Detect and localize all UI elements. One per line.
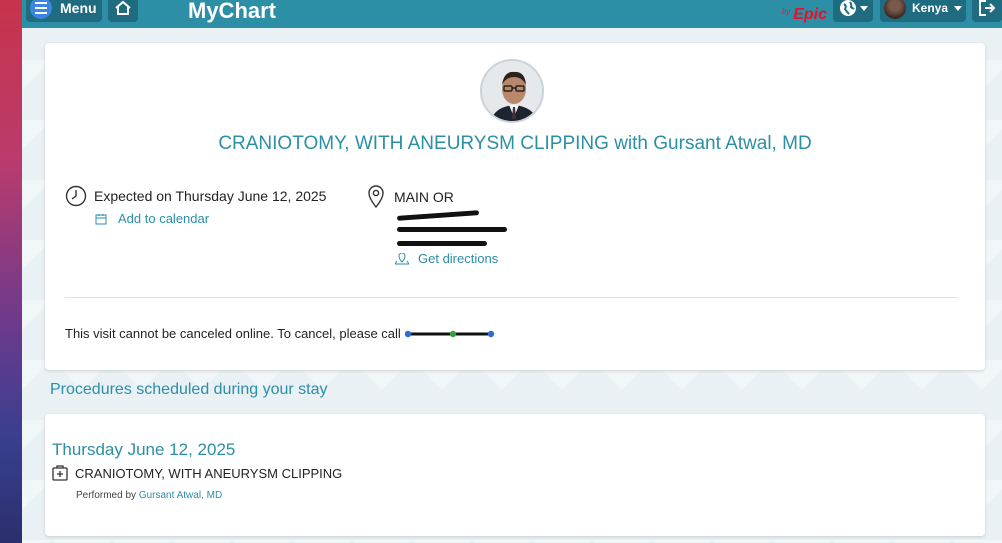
user-name: Kenya xyxy=(912,1,949,15)
desktop-background xyxy=(0,0,22,543)
directions-icon xyxy=(395,252,409,264)
provider-link[interactable]: Gursant Atwal, MD xyxy=(139,490,222,501)
redacted-address xyxy=(395,209,535,247)
user-menu-button[interactable]: Kenya xyxy=(880,0,966,22)
get-directions-link[interactable]: Get directions xyxy=(395,251,535,266)
menu-label: Menu xyxy=(60,0,97,16)
expected-date: Expected on Thursday June 12, 2025 xyxy=(94,188,327,204)
home-icon xyxy=(115,0,131,15)
provider-photo xyxy=(480,59,544,123)
mychart-logo[interactable]: MyChart xyxy=(188,0,276,24)
chevron-down-icon xyxy=(859,5,868,11)
top-navigation-bar: Menu MyChart by Epic Kenya xyxy=(22,0,1002,28)
logout-icon xyxy=(979,0,996,16)
chevron-down-icon xyxy=(954,5,963,11)
performed-by: Performed by Gursant Atwal, MD xyxy=(76,490,222,501)
hamburger-icon xyxy=(30,0,52,19)
visit-details-card: CRANIOTOMY, WITH ANEURYSM CLIPPING with … xyxy=(45,43,985,370)
procedure-item: CRANIOTOMY, WITH ANEURYSM CLIPPING xyxy=(52,465,342,481)
location-name: MAIN OR xyxy=(394,189,454,205)
home-button[interactable] xyxy=(108,0,138,22)
provider-portrait xyxy=(482,61,542,121)
divider xyxy=(65,297,958,298)
get-directions-label: Get directions xyxy=(418,251,499,266)
calendar-icon xyxy=(95,213,107,224)
logout-button[interactable] xyxy=(972,0,1002,22)
performed-by-label: Performed by xyxy=(76,490,137,501)
visit-location-block: MAIN OR Get directions xyxy=(367,185,535,266)
procedure-card: Thursday June 12, 2025 CRANIOTOMY, WITH … xyxy=(45,414,985,536)
cancel-instructions: This visit cannot be canceled online. To… xyxy=(65,326,401,341)
clock-icon xyxy=(65,185,87,207)
location-pin-icon xyxy=(368,185,384,209)
medical-kit-icon xyxy=(52,465,68,481)
redacted-phone-number xyxy=(405,330,495,338)
language-button[interactable] xyxy=(833,0,873,22)
globe-icon xyxy=(839,0,856,16)
add-to-calendar-label: Add to calendar xyxy=(118,211,210,226)
menu-button[interactable]: Menu xyxy=(26,0,102,22)
epic-logo: by Epic xyxy=(781,6,827,23)
visit-time-block: Expected on Thursday June 12, 2025 Add t… xyxy=(65,185,326,226)
add-to-calendar-link[interactable]: Add to calendar xyxy=(95,211,326,226)
avatar xyxy=(884,0,906,19)
visit-title: CRANIOTOMY, WITH ANEURYSM CLIPPING with … xyxy=(218,133,812,154)
mychart-app: Menu MyChart by Epic Kenya CRANIOTOMY, W… xyxy=(22,0,1002,543)
procedure-name: CRANIOTOMY, WITH ANEURYSM CLIPPING xyxy=(75,465,343,481)
procedures-heading: Procedures scheduled during your stay xyxy=(50,381,328,398)
procedure-date: Thursday June 12, 2025 xyxy=(52,440,236,459)
